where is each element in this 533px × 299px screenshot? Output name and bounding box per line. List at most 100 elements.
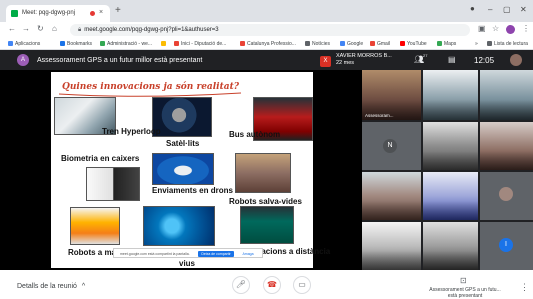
participant-avatar: N xyxy=(383,139,397,153)
profile-dot-icon[interactable]: ● xyxy=(470,4,475,13)
participant-tile[interactable] xyxy=(480,70,533,120)
speaker-name: XAVIER MORROS B... xyxy=(336,53,392,59)
star-bookmark-icon xyxy=(60,41,65,46)
bookmark-item[interactable] xyxy=(161,41,168,47)
speaker-duration: 22 mes xyxy=(336,60,355,66)
slide-title: Quines innovacions ja són realitat? xyxy=(62,82,240,92)
news-icon xyxy=(305,41,310,46)
browser-tab[interactable]: Meet: pqg-dgwg-pnj × xyxy=(6,5,110,22)
participant-tile[interactable] xyxy=(362,222,421,270)
bookmarks-bar: Aplicacions Bookmarks Administració - we… xyxy=(0,38,533,50)
presentation-title: Assessorament GPS a un futur millor està… xyxy=(37,57,203,64)
bookmark-item[interactable]: YouTube xyxy=(400,41,427,47)
maximize-button[interactable]: ▢ xyxy=(503,5,511,14)
participant-tile[interactable]: I xyxy=(480,222,533,270)
more-options-icon[interactable]: ⋮ xyxy=(520,282,529,293)
bookmark-icon xyxy=(100,41,105,46)
label-satellites: Satèl·lits xyxy=(166,139,200,148)
participant-tile[interactable] xyxy=(480,172,533,220)
bookmark-item[interactable]: Bookmarks xyxy=(60,41,92,47)
address-bar-row: ← → ↻ ⌂ 🔒︎ meet.google.com/pqg-dgwg-pnj?p… xyxy=(0,22,533,38)
label-viruses: vius xyxy=(179,259,196,268)
participant-tile[interactable] xyxy=(423,172,478,220)
meet-favicon-icon xyxy=(11,10,18,17)
label-bus: Bus autònom xyxy=(229,130,281,139)
bookmark-icon xyxy=(174,41,179,46)
home-icon[interactable]: ⌂ xyxy=(52,24,57,33)
presenting-status[interactable]: Assessorament GPS a un futu... està pres… xyxy=(424,287,506,299)
label-biometrics: Biometria en caixers xyxy=(61,154,140,163)
leave-call-button[interactable]: ☎︎ xyxy=(263,276,281,294)
label-hyperloop: Tren Hyperloop xyxy=(102,127,161,136)
close-window-button[interactable]: ✕ xyxy=(520,5,527,14)
label-drones: Enviaments en drons xyxy=(152,186,233,195)
bookmark-item[interactable]: Notícies xyxy=(305,41,330,47)
bookmark-item[interactable]: Maps xyxy=(437,41,456,47)
profile-avatar[interactable] xyxy=(506,25,515,34)
rescue-robot-image xyxy=(235,153,291,193)
self-avatar xyxy=(510,54,522,66)
remote-surgery-image xyxy=(240,206,294,244)
participant-count: 27 xyxy=(423,53,428,58)
chat-icon[interactable]: ▤ xyxy=(448,55,456,64)
presentation-icon[interactable]: ⊡ xyxy=(460,276,467,285)
camera-icon: ▭ xyxy=(298,280,306,289)
sharing-text: meet.google.com està compartint la panta… xyxy=(120,252,190,256)
participant-tile[interactable] xyxy=(480,122,533,170)
screen-share-notification: meet.google.com està compartint la panta… xyxy=(113,248,263,258)
speaker-avatar: X xyxy=(320,56,331,67)
url-text: meet.google.com/pqg-dgwg-pnj?pli=1&authu… xyxy=(84,27,219,33)
bookmark-icon xyxy=(240,41,245,46)
bookmark-item[interactable]: Inici - Diputació de... xyxy=(174,41,226,47)
tab-title: Meet: pqg-dgwg-pnj xyxy=(22,10,76,16)
meeting-clock: 12:05 xyxy=(474,56,495,65)
bookmark-item[interactable]: Catalunya Professio... xyxy=(240,41,296,47)
forward-icon[interactable]: → xyxy=(22,24,30,33)
participant-tile[interactable] xyxy=(362,172,421,220)
participant-tile[interactable]: N xyxy=(362,122,421,170)
participant-tile[interactable] xyxy=(423,70,478,120)
browser-tab-bar: Meet: pqg-dgwg-pnj × + ● – ▢ ✕ xyxy=(0,0,533,22)
chevron-up-icon: ^ xyxy=(81,283,86,290)
tab-close-icon[interactable]: × xyxy=(99,9,103,16)
back-icon[interactable]: ← xyxy=(8,24,16,33)
reading-list-icon xyxy=(487,41,492,46)
label-rescue-robots: Robots salva-vides xyxy=(229,197,302,206)
participant-tile[interactable] xyxy=(423,222,478,270)
participant-avatar: I xyxy=(499,238,513,252)
hangup-icon: ☎︎ xyxy=(267,280,277,289)
recording-dot-icon xyxy=(90,11,95,16)
lock-icon: 🔒︎ xyxy=(78,27,82,33)
hide-button[interactable]: Amaga xyxy=(238,251,258,257)
more-bookmarks-button[interactable]: » xyxy=(475,41,478,47)
bookmark-item[interactable]: Lista de lectura xyxy=(487,41,528,47)
bookmark-item[interactable]: Administració - we... xyxy=(100,41,152,47)
bookmark-item[interactable]: Aplicacions xyxy=(8,41,40,47)
participant-name: Assessoram... xyxy=(365,113,394,118)
star-icon[interactable]: ☆ xyxy=(492,24,499,33)
maps-icon xyxy=(437,41,442,46)
apps-icon xyxy=(8,41,13,46)
warehouse-robot-image xyxy=(70,207,120,245)
participant-grid: Assessoram... N I xyxy=(362,70,533,270)
participant-tile[interactable]: Assessoram... xyxy=(362,70,421,120)
camera-button[interactable]: ▭ xyxy=(293,276,311,294)
reload-icon[interactable]: ↻ xyxy=(37,24,44,33)
drone-image xyxy=(152,153,214,185)
meeting-details-button[interactable]: Detalls de la reunió ^ xyxy=(17,283,85,290)
youtube-icon xyxy=(400,41,405,46)
bookmark-item[interactable]: Gmail xyxy=(370,41,390,47)
participant-tile[interactable] xyxy=(423,122,478,170)
bookmark-item[interactable]: Google xyxy=(340,41,363,47)
url-bar[interactable]: 🔒︎ meet.google.com/pqg-dgwg-pnj?pli=1&aut… xyxy=(70,24,470,36)
new-tab-button[interactable]: + xyxy=(115,5,121,16)
browser-menu-icon[interactable]: ⋮ xyxy=(522,24,530,33)
satellite-image xyxy=(152,97,212,137)
microphone-button[interactable]: 🎤︎ xyxy=(232,276,250,294)
biometric-atm-image xyxy=(86,167,140,201)
minimize-button[interactable]: – xyxy=(488,5,492,14)
stop-sharing-button[interactable]: Deixa de compartir xyxy=(198,251,234,257)
virus-image xyxy=(143,206,215,246)
speaker-info: XAVIER MORROS B... 22 mes xyxy=(336,53,392,67)
camera-indicator-icon[interactable]: ▣ xyxy=(478,24,486,33)
